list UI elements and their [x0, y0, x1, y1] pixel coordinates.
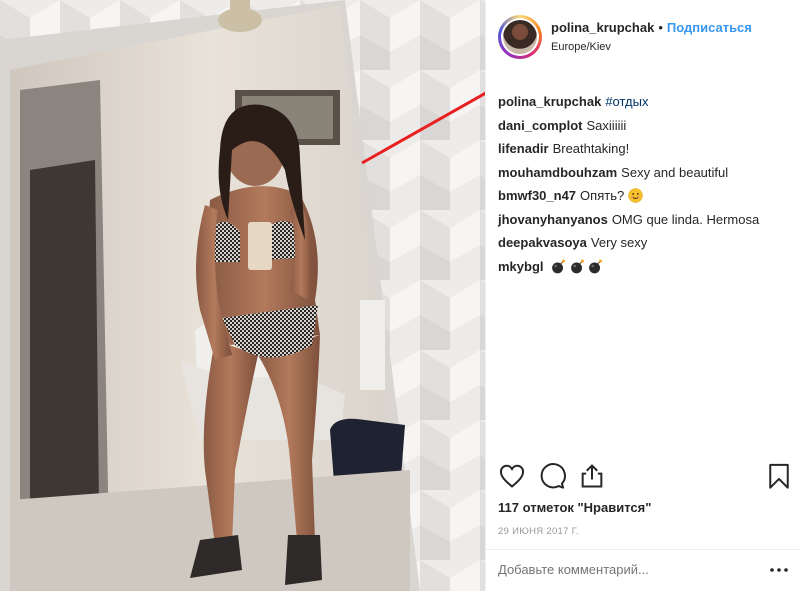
- comment-list: polina_krupchak #отдых dani_complot Saxiii…: [498, 90, 793, 278]
- comment-button[interactable]: [538, 462, 566, 490]
- more-options-icon: [770, 568, 788, 572]
- comment-username[interactable]: lifenadir: [498, 141, 549, 156]
- comment-text: Very sexy: [590, 235, 648, 250]
- username-row: polina_krupchak • Подписаться: [551, 20, 752, 35]
- comment-text: Опять?: [580, 188, 625, 203]
- heart-icon: [499, 464, 525, 488]
- bookmark-icon: [769, 463, 789, 489]
- comment-username[interactable]: mkybgl: [498, 259, 544, 274]
- likes-count[interactable]: 117 отметок "Нравится": [498, 500, 651, 515]
- comment-icon: [540, 463, 566, 489]
- bookmark-button[interactable]: [765, 462, 793, 490]
- comment-item: jhovanyhanyanos OMG que linda. Hermosa: [498, 208, 793, 232]
- separator-dot: •: [658, 20, 663, 35]
- like-button[interactable]: [498, 462, 526, 490]
- mirror-selfie-photo: [0, 0, 485, 591]
- comment-username[interactable]: polina_krupchak: [498, 94, 601, 109]
- comment-text: Sexy and beautiful: [621, 164, 729, 180]
- bomb-emoji-icon: [589, 259, 603, 273]
- add-comment-input[interactable]: [498, 562, 758, 577]
- comment-item: deepakvasoya Very sexy: [498, 231, 793, 255]
- comment-item: bmwf30_n47 Опять?: [498, 184, 793, 208]
- comment-username[interactable]: deepakvasoya: [498, 235, 587, 250]
- comment-item: polina_krupchak #отдых: [498, 90, 793, 114]
- follow-button[interactable]: Подписаться: [667, 20, 752, 35]
- divider: [486, 549, 800, 550]
- comment-username[interactable]: mouhamdbouhzam: [498, 165, 617, 180]
- post-photo[interactable]: [0, 0, 485, 591]
- hashtag-link[interactable]: #отдых: [605, 94, 648, 109]
- post-side-panel: polina_krupchak • Подписаться Europe/Kiev …: [485, 0, 800, 591]
- smiling-face-emoji-icon: [628, 188, 643, 203]
- comment-text: Breathtaking!: [552, 141, 630, 156]
- comment-item: dani_complot Saxiiiiii: [498, 114, 793, 138]
- share-icon: [581, 464, 603, 488]
- share-button[interactable]: [578, 462, 606, 490]
- location-link[interactable]: Europe/Kiev: [551, 41, 611, 53]
- comment-item: lifenadir Breathtaking!: [498, 137, 793, 161]
- post-author-username[interactable]: polina_krupchak: [551, 20, 654, 35]
- comment-item: mouhamdbouhzam Sexy and beautiful: [498, 161, 793, 185]
- post-header: polina_krupchak • Подписаться Europe/Kiev: [486, 0, 800, 80]
- avatar-image-frame: [501, 18, 539, 56]
- comment-text: Saxiiiiii: [586, 117, 627, 133]
- comment-username[interactable]: dani_complot: [498, 118, 583, 133]
- avatar-image: [503, 20, 537, 54]
- bomb-emoji-icon: [570, 259, 584, 273]
- comment-item: mkybgl: [498, 255, 793, 279]
- post-date[interactable]: 29 ИЮНЯ 2017 Г.: [498, 526, 579, 537]
- bomb-emoji-icon: [552, 259, 566, 273]
- comment-username[interactable]: jhovanyhanyanos: [498, 212, 608, 227]
- comment-username[interactable]: bmwf30_n47: [498, 188, 576, 203]
- more-options-button[interactable]: [768, 562, 790, 578]
- comment-text: OMG que linda. Hermosa: [611, 211, 760, 227]
- post-actions-bar: [498, 462, 793, 492]
- avatar[interactable]: [498, 15, 542, 59]
